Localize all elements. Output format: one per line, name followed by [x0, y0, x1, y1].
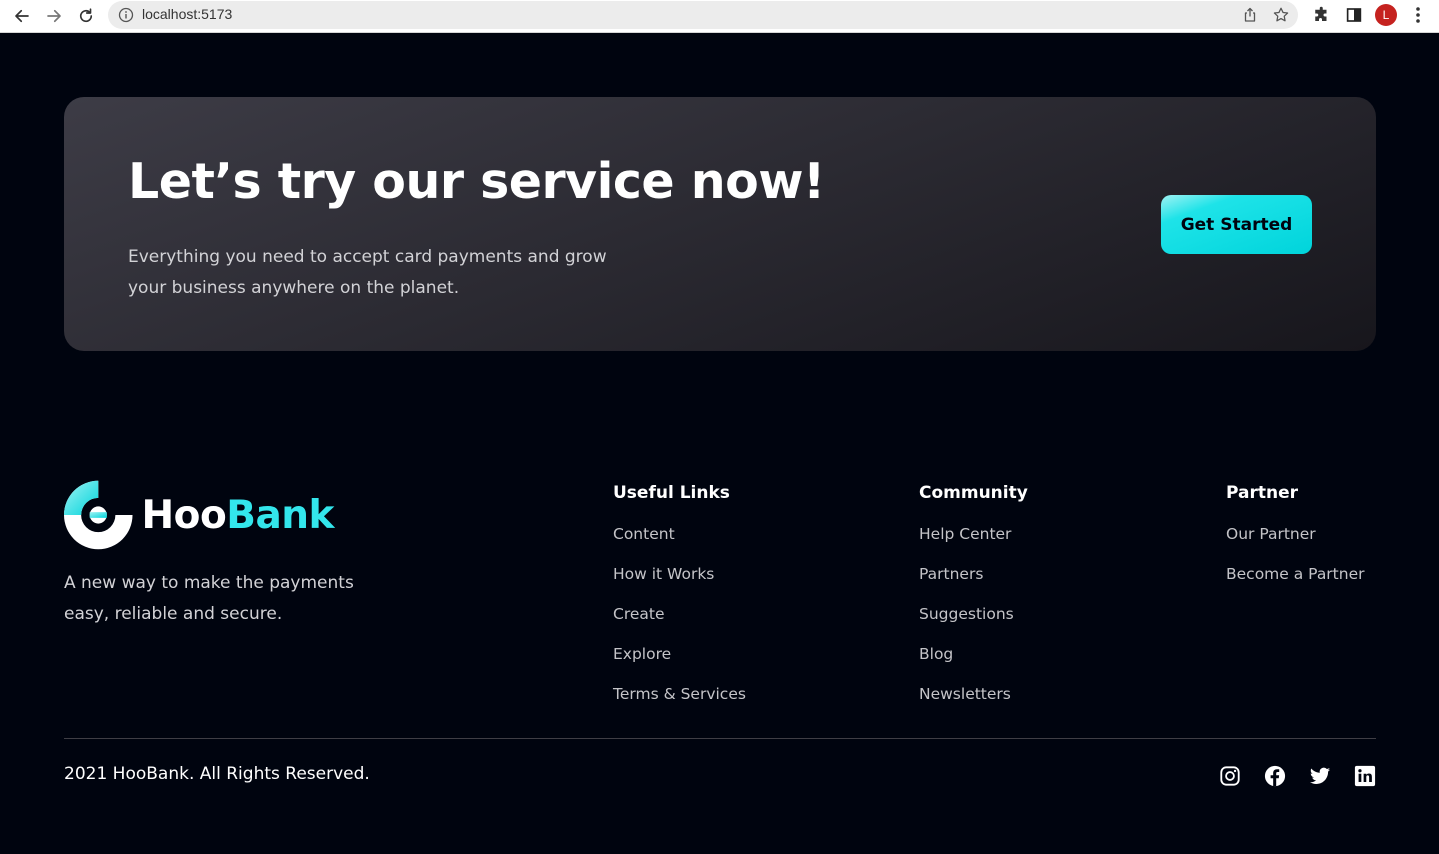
- footer-column-partner: Partner Our Partner Become a Partner: [1226, 480, 1365, 601]
- footer-tagline: A new way to make the payments easy, rel…: [64, 573, 354, 624]
- footer-link-suggestions[interactable]: Suggestions: [919, 601, 1028, 641]
- star-icon[interactable]: [1272, 6, 1290, 24]
- share-icon[interactable]: [1242, 7, 1258, 23]
- linkedin-icon[interactable]: [1354, 765, 1376, 787]
- logo-text-hoo: Hoo: [141, 492, 227, 538]
- forward-arrow-icon[interactable]: [42, 4, 66, 28]
- footer-link-create[interactable]: Create: [613, 601, 746, 641]
- footer-link-newsletters[interactable]: Newsletters: [919, 681, 1028, 721]
- footer-divider: [64, 738, 1376, 739]
- logo-wordmark: HooBank: [141, 492, 335, 538]
- reload-icon[interactable]: [74, 4, 98, 28]
- footer-link-content[interactable]: Content: [613, 521, 746, 561]
- footer-column-community: Community Help Center Partners Suggestio…: [919, 480, 1028, 721]
- footer-link-terms[interactable]: Terms & Services: [613, 681, 746, 721]
- cta-banner: Let’s try our service now! Everything yo…: [64, 97, 1376, 351]
- footer-column-title: Partner: [1226, 483, 1299, 503]
- browser-toolbar: localhost:5173 L: [0, 0, 1439, 33]
- footer-column-title: Useful Links: [613, 483, 730, 503]
- footer-link-become-partner[interactable]: Become a Partner: [1226, 561, 1365, 601]
- footer-link-help-center[interactable]: Help Center: [919, 521, 1028, 561]
- footer-link-blog[interactable]: Blog: [919, 641, 1028, 681]
- footer-column-title: Community: [919, 483, 1028, 503]
- profile-avatar[interactable]: L: [1375, 4, 1397, 26]
- facebook-icon[interactable]: [1264, 765, 1286, 787]
- footer-link-partners[interactable]: Partners: [919, 561, 1028, 601]
- hoobank-logo[interactable]: HooBank: [64, 478, 334, 552]
- logo-text-bank: Bank: [226, 492, 334, 538]
- puzzle-icon[interactable]: [1313, 6, 1331, 24]
- footer-column-useful-links: Useful Links Content How it Works Create…: [613, 480, 746, 721]
- footer-link-how-it-works[interactable]: How it Works: [613, 561, 746, 601]
- address-bar[interactable]: localhost:5173: [108, 1, 1298, 29]
- info-icon[interactable]: [118, 7, 134, 23]
- sidebar-icon[interactable]: [1345, 6, 1363, 24]
- copyright-text: 2021 HooBank. All Rights Reserved.: [64, 764, 370, 784]
- twitter-icon[interactable]: [1309, 765, 1331, 787]
- instagram-icon[interactable]: [1219, 765, 1241, 787]
- kebab-menu-icon[interactable]: [1411, 5, 1425, 25]
- url-text[interactable]: localhost:5173: [142, 6, 232, 22]
- footer-link-explore[interactable]: Explore: [613, 641, 746, 681]
- hoobank-logo-icon: [64, 480, 133, 550]
- back-arrow-icon[interactable]: [10, 4, 34, 28]
- cta-title: Let’s try our service now!: [128, 153, 825, 210]
- get-started-button[interactable]: Get Started: [1161, 195, 1312, 254]
- cta-description: Everything you need to accept card payme…: [128, 247, 607, 298]
- footer-link-our-partner[interactable]: Our Partner: [1226, 521, 1365, 561]
